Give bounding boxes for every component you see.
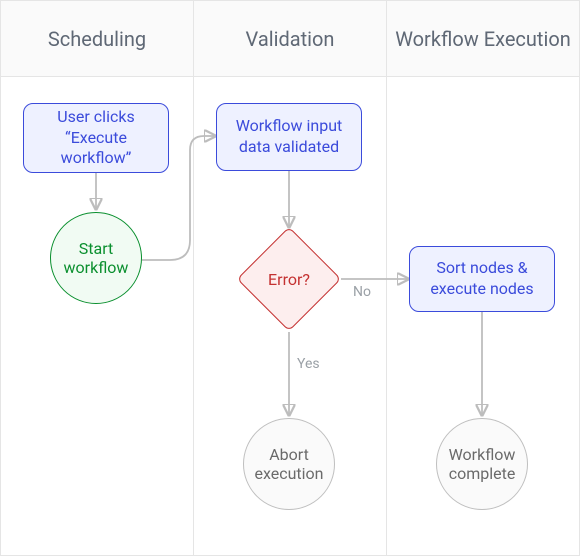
node-label: Error? — [237, 227, 341, 331]
lane-header-scheduling: Scheduling — [1, 1, 193, 77]
node-label: User clicks “Execute workflow” — [34, 107, 158, 169]
node-sort-execute-nodes: Sort nodes & execute nodes — [409, 246, 555, 312]
node-label: Workflow input data validated — [227, 116, 351, 158]
node-workflow-complete: Workflow complete — [436, 418, 528, 510]
node-error-decision: Error? — [237, 227, 341, 331]
workflow-diagram: Scheduling Validation Workflow Execution — [0, 0, 580, 556]
node-label: Workflow complete — [441, 445, 523, 483]
node-user-clicks-execute: User clicks “Execute workflow” — [23, 103, 169, 173]
node-label: Sort nodes & execute nodes — [420, 258, 544, 300]
edge-label-no: No — [353, 284, 371, 300]
lane-header-validation: Validation — [194, 1, 386, 77]
node-start-workflow: Start workflow — [50, 212, 142, 304]
node-workflow-input-validated: Workflow input data validated — [216, 103, 362, 171]
node-label: Abort execution — [248, 445, 330, 483]
lane-header-execution: Workflow Execution — [387, 1, 579, 77]
node-abort-execution: Abort execution — [243, 418, 335, 510]
node-label: Start workflow — [55, 239, 137, 277]
edge-label-yes: Yes — [297, 356, 320, 372]
